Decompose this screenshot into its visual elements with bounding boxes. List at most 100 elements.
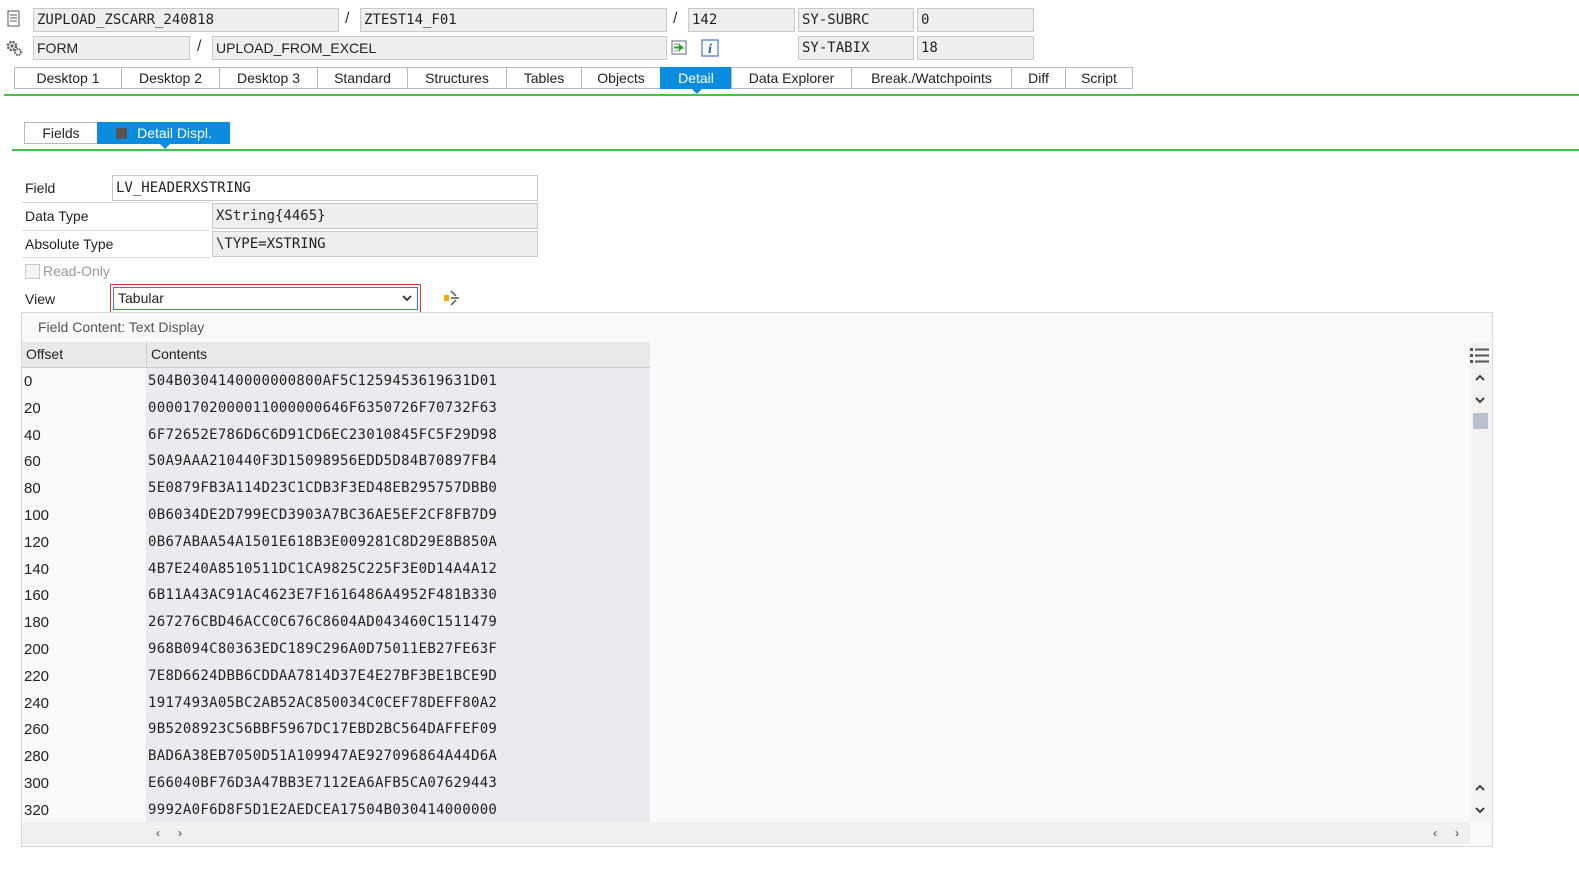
table-row[interactable]: 200 968B094C80363EDC189C296A0D75011EB27FE… — [22, 636, 650, 663]
tab-standard[interactable]: Standard — [317, 67, 408, 89]
contents-cell: BAD6A38EB7050D51A109947AE927096864A44D6A — [146, 743, 650, 771]
offset-cell: 100 — [24, 507, 50, 524]
table-row[interactable]: 280 BAD6A38EB7050D51A109947AE927096864A44… — [22, 743, 650, 771]
table-row[interactable]: 100 0B6034DE2D799ECD3903A7BC36AE5EF2CF8FB… — [22, 502, 650, 529]
offset-cell: 240 — [24, 694, 50, 712]
contents-cell: 0B67ABAA54A1501E618B3E009281C8D29E8B850A — [146, 528, 650, 556]
tab-tables[interactable]: Tables — [506, 67, 582, 89]
event-type-field[interactable]: FORM — [33, 36, 190, 60]
horizontal-scrollbar[interactable] — [22, 822, 1470, 844]
column-header-offset[interactable]: Offset — [26, 346, 63, 362]
scroll-left-icon[interactable]: ‹ — [1427, 825, 1443, 841]
table-row[interactable]: 160 6B11A43AC91AC4623E7F1616486A4952F481B… — [22, 582, 650, 610]
column-settings-icon[interactable] — [1469, 346, 1491, 366]
separator: / — [345, 10, 350, 27]
tab-desktop-2[interactable]: Desktop 2 — [121, 67, 220, 89]
offset-cell: 200 — [24, 641, 50, 658]
tab-data-explorer[interactable]: Data Explorer — [731, 67, 852, 89]
offset-cell: 0 — [24, 373, 33, 390]
label-separator-line — [22, 202, 210, 203]
offset-cell: 80 — [24, 480, 41, 498]
sy-subrc-label: SY-SUBRC — [798, 8, 914, 32]
offset-cell: 140 — [24, 560, 50, 578]
table-row[interactable]: 180 267276CBD46ACC0C676C8604AD043460C1511… — [22, 609, 650, 637]
navigate-to-source-icon[interactable] — [671, 39, 689, 57]
offset-cell: 20 — [24, 399, 41, 417]
info-icon[interactable]: i — [701, 39, 719, 57]
field-content-title: Field Content: Text Display — [38, 319, 205, 335]
tab-desktop-1[interactable]: Desktop 1 — [14, 67, 122, 89]
subtab-detail-displ[interactable]: Detail Displ. — [97, 122, 230, 144]
table-row[interactable]: 80 5E0879FB3A114D23C1CDB3F3ED48EB295757DB… — [22, 475, 650, 503]
table-row[interactable]: 40 6F72652E786D6C6D91CD6EC23010845FC5F29D… — [22, 421, 650, 449]
event-name-field[interactable]: UPLOAD_FROM_EXCEL — [212, 36, 667, 60]
column-header-contents[interactable]: Contents — [151, 346, 207, 362]
sy-tabix-label: SY-TABIX — [798, 36, 914, 60]
line-number-field[interactable]: 142 — [688, 8, 795, 32]
contents-cell: 267276CBD46ACC0C676C8604AD043460C1511479 — [146, 609, 650, 637]
view-select[interactable]: Tabular — [113, 287, 418, 310]
field-label: Field — [25, 180, 56, 196]
column-separator — [146, 342, 147, 368]
separator: / — [673, 10, 678, 27]
include-name-field[interactable]: ZTEST14_F01 — [360, 8, 667, 32]
table-row[interactable]: 20 00001702000011000000646F6350726F70732F… — [22, 394, 650, 422]
sy-subrc-value[interactable]: 0 — [917, 8, 1034, 32]
active-subtab-pointer — [160, 144, 170, 149]
table-row[interactable]: 240 1917493A05BC2AB52AC850034C0CEF78DEFF8… — [22, 689, 650, 717]
tab-script[interactable]: Script — [1065, 67, 1133, 89]
table-row[interactable]: 140 4B7E240A8510511DC1CA9825C225F3E0D14A4… — [22, 555, 650, 583]
read-only-checkbox[interactable] — [25, 264, 40, 279]
contents-cell: 6B11A43AC91AC4623E7F1616486A4952F481B330 — [146, 582, 650, 610]
absolute-type-label: Absolute Type — [25, 236, 114, 252]
contents-cell: 6F72652E786D6C6D91CD6EC23010845FC5F29D98 — [146, 421, 650, 449]
table-row[interactable]: 60 50A9AAA210440F3D15098956EDD5D84B70897F… — [22, 448, 650, 476]
offset-cell: 260 — [24, 721, 50, 739]
label-separator-line — [22, 230, 210, 231]
tab-desktop-3[interactable]: Desktop 3 — [219, 67, 318, 89]
table-row[interactable]: 220 7E8D6624DBB6CDDAA7814D37E4E27BF3BE1BC… — [22, 662, 650, 690]
subtab-underline — [12, 149, 1579, 151]
table-row[interactable]: 0 504B0304140000000800AF5C1259453619631D0… — [22, 368, 650, 395]
tab-break-watchpoints[interactable]: Break./Watchpoints — [851, 67, 1012, 89]
scroll-up-icon[interactable] — [1472, 371, 1488, 387]
scroll-down-icon[interactable] — [1472, 393, 1488, 409]
table-row[interactable]: 320 9992A0F6D8F5D1E2AEDCEA17504B030414000… — [22, 796, 650, 824]
offset-cell: 220 — [24, 667, 50, 685]
contents-cell: 0B6034DE2D799ECD3903A7BC36AE5EF2CF8FB7D9 — [146, 502, 650, 529]
view-select-value: Tabular — [118, 290, 164, 306]
offset-cell: 300 — [24, 775, 50, 792]
scroll-right-icon[interactable]: › — [1449, 825, 1465, 841]
offset-cell: 60 — [24, 453, 41, 471]
label-separator-line — [22, 257, 210, 258]
absolute-type-value: \TYPE=XSTRING — [212, 231, 538, 257]
table-row[interactable]: 300 E66040BF76D3A47BB3E7112EA6AFB5CA07629… — [22, 770, 650, 797]
contents-cell: 4B7E240A8510511DC1CA9825C225F3E0D14A4A12 — [146, 555, 650, 583]
table-row[interactable]: 120 0B67ABAA54A1501E618B3E009281C8D29E8B8… — [22, 528, 650, 556]
subtab-fields[interactable]: Fields — [24, 122, 98, 144]
scroll-left-icon[interactable]: ‹ — [150, 825, 166, 841]
tab-objects[interactable]: Objects — [581, 67, 661, 89]
contents-cell: 9B5208923C56BBF5967DC17EBD2BC564DAFFEF09 — [146, 716, 650, 744]
scroll-down-icon[interactable] — [1472, 803, 1488, 819]
tab-underline — [4, 94, 1579, 96]
scroll-right-icon[interactable]: › — [172, 825, 188, 841]
tab-structures[interactable]: Structures — [407, 67, 507, 89]
view-options-icon[interactable] — [442, 288, 462, 308]
offset-cell: 40 — [24, 426, 41, 444]
scroll-up-icon[interactable] — [1472, 781, 1488, 797]
read-only-label: Read-Only — [43, 263, 110, 279]
contents-cell: 00001702000011000000646F6350726F70732F63 — [146, 394, 650, 422]
tab-diff[interactable]: Diff — [1011, 67, 1066, 89]
tab-detail[interactable]: Detail — [660, 67, 732, 89]
document-icon — [6, 10, 22, 28]
table-row[interactable]: 260 9B5208923C56BBF5967DC17EBD2BC564DAFFE… — [22, 716, 650, 744]
offset-cell: 320 — [24, 801, 50, 819]
contents-cell: 7E8D6624DBB6CDDAA7814D37E4E27BF3BE1BCE9D — [146, 662, 650, 690]
svg-text:i: i — [708, 42, 712, 57]
contents-cell: 968B094C80363EDC189C296A0D75011EB27FE63F — [146, 636, 650, 663]
field-name-input[interactable]: LV_HEADERXSTRING — [112, 175, 538, 201]
sy-tabix-value[interactable]: 18 — [917, 36, 1034, 60]
program-name-field[interactable]: ZUPLOAD_ZSCARR_240818 — [33, 8, 339, 32]
scroll-thumb[interactable] — [1473, 413, 1488, 429]
